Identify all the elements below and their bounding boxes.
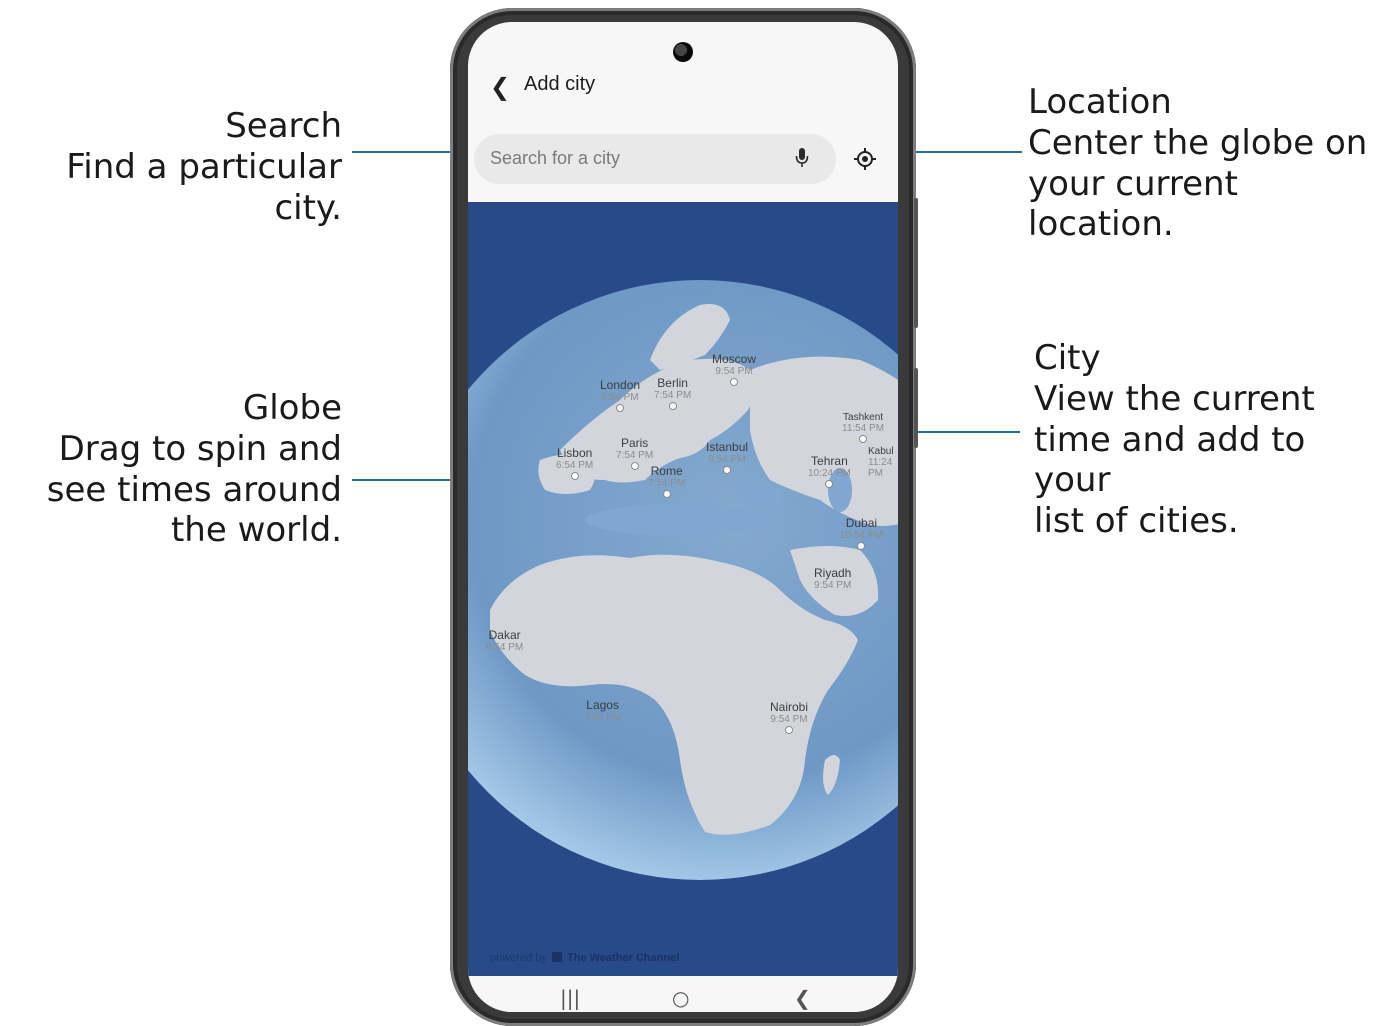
globe-map[interactable]: Moscow 9:54 PM London 6:54 PM Berlin 7:5… [468,202,898,976]
volume-button [914,198,918,328]
city-dot [570,472,579,480]
city-name: Tashkent [843,412,884,423]
city-name: Dubai [845,516,878,530]
city-marker-tashkent[interactable]: Tashkent 11:54 PM [842,412,884,443]
city-marker-istanbul[interactable]: Istanbul 9:54 PM [706,440,748,474]
city-name: Istanbul [706,440,749,454]
city-time: 11:54 PM [842,423,885,434]
city-time: 7:54 PM [584,712,622,723]
powered-by-label: powered by [490,952,547,964]
city-marker-lagos[interactable]: Lagos 7:54 PM [584,698,621,723]
city-marker-dakar[interactable]: Dakar 6:54 PM [486,628,523,653]
powered-by-brand: The Weather Channel [567,952,680,964]
city-time: 10:54 PM [840,530,883,541]
city-time: 7:54 PM [616,450,654,461]
city-callout: City View the current time and add to yo… [1034,338,1384,542]
city-time: 6:54 PM [601,392,639,403]
search-placeholder: Search for a city [490,148,621,168]
city-time: 7:54 PM [648,478,686,489]
city-marker-riyadh[interactable]: Riyadh 9:54 PM [814,566,851,591]
location-callout: Location Center the globe on your curren… [1028,82,1384,245]
city-time: 6:54 PM [486,642,524,653]
search-callout: Search Find a particular city. [0,106,342,228]
globe-callout-desc-1: Drag to spin and [58,428,342,469]
phone-frame: ❮ Add city Search for a city Moscow 9:54… [450,8,918,1026]
search-callout-title: Search [225,106,342,146]
city-time: 11:24 PM [868,457,893,479]
city-callout-desc-3: list of cities. [1034,501,1239,542]
city-name: Tehran [811,454,848,468]
search-input[interactable]: Search for a city [474,134,836,184]
city-time: 9:54 PM [715,366,753,377]
city-marker-nairobi[interactable]: Nairobi 9:54 PM [770,700,808,734]
city-dot [730,378,738,386]
city-marker-london[interactable]: London 6:54 PM [600,378,640,412]
city-name: Berlin [657,376,688,390]
city-dot [616,404,625,412]
powered-by-footer: powered by The Weather Channel [490,952,679,964]
city-time: 9:54 PM [770,714,808,725]
city-dot [785,726,793,734]
app-bar: ❮ Add city [468,62,898,112]
recent-apps-icon[interactable]: ||| [560,986,580,1010]
city-marker-berlin[interactable]: Berlin 7:54 PM [654,376,691,410]
city-name: Dakar [488,628,521,642]
location-callout-title: Location [1028,82,1172,122]
city-time: 9:54 PM [814,580,852,591]
city-marker-tehran[interactable]: Tehran 10:24 PM [808,454,851,488]
city-marker-lisbon[interactable]: Lisbon 6:54 PM [556,446,593,480]
city-callout-title: City [1034,338,1101,378]
city-name: London [600,378,641,392]
front-camera [673,42,693,62]
city-dot [662,490,671,498]
city-name: Nairobi [770,700,809,714]
target-location-icon[interactable] [852,146,878,172]
city-name: Lisbon [556,446,593,460]
phone-screen: ❮ Add city Search for a city Moscow 9:54… [468,22,898,1012]
weather-channel-logo-icon [551,952,562,962]
city-time: 9:54 PM [708,454,746,465]
system-nav-bar: ||| ○ ❮ [468,976,898,1012]
city-time: 10:24 PM [808,468,851,479]
nav-back-icon[interactable]: ❮ [794,986,811,1010]
city-dot [723,466,732,474]
city-dot [859,435,868,443]
city-name: Rome [650,464,683,478]
home-icon[interactable]: ○ [672,986,689,1010]
city-name: Riyadh [814,566,852,580]
city-marker-moscow[interactable]: Moscow 9:54 PM [712,352,756,386]
globe-callout-title: Globe [242,388,342,428]
city-name: Paris [620,436,649,450]
city-marker-rome[interactable]: Rome 7:54 PM [648,464,685,498]
location-callout-desc-2: your current location. [1028,163,1238,245]
page-title: Add city [524,73,596,95]
globe-callout-desc-2: see times around [46,469,342,510]
city-time: 6:54 PM [556,460,594,471]
city-callout-desc-2: time and add to your [1034,419,1306,501]
city-name: Moscow [712,352,757,366]
globe-callout-desc-3: the world. [170,510,342,551]
city-name: Kabul [868,446,894,457]
city-marker-kabul[interactable]: Kabul 11:24 PM [868,446,898,479]
city-name: Lagos [586,698,619,712]
chevron-left-icon[interactable]: ❮ [490,74,512,100]
city-time: 7:54 PM [654,390,692,401]
location-callout-desc-1: Center the globe on [1028,122,1368,163]
city-callout-desc-1: View the current [1034,378,1315,419]
city-dot [857,542,866,550]
power-button [914,368,918,448]
city-dot [668,402,677,410]
city-marker-dubai[interactable]: Dubai 10:54 PM [840,516,883,550]
globe-callout: Globe Drag to spin and see times around … [47,388,342,551]
search-callout-desc: Find a particular city. [66,146,342,228]
city-dot [630,462,639,470]
city-dot [825,480,834,488]
microphone-icon[interactable] [794,146,810,172]
